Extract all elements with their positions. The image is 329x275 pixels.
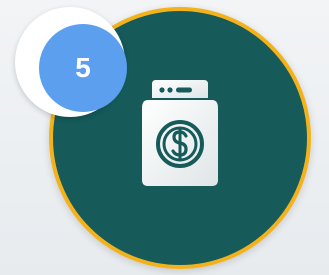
step-card: 5 (0, 0, 329, 275)
money-bag-dollar-icon (138, 80, 222, 186)
step-badge: 5 (15, 7, 127, 117)
step-number: 5 (39, 24, 127, 112)
